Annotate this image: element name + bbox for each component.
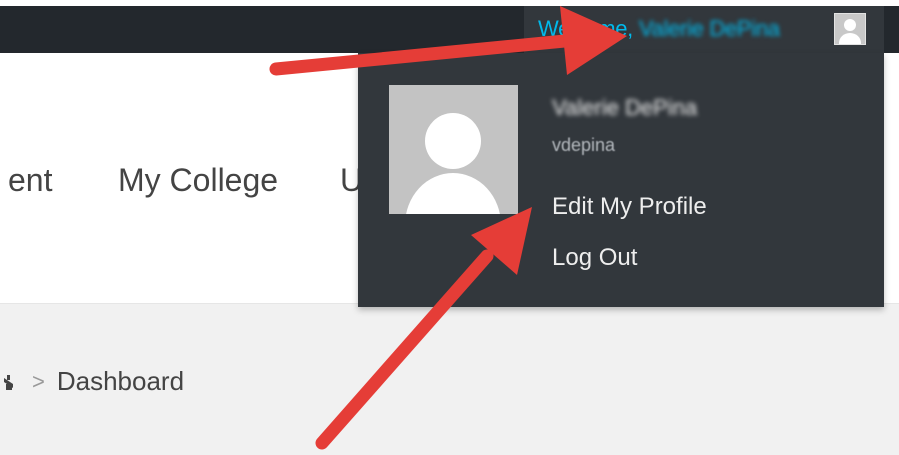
breadcrumb: > Dashboard [4, 366, 184, 397]
nav-item-my-college[interactable]: My College [118, 162, 278, 199]
breadcrumb-separator: > [32, 368, 45, 394]
home-icon[interactable] [4, 370, 16, 394]
welcome-prefix: Welcome, [538, 16, 633, 41]
breadcrumb-current: Dashboard [56, 366, 185, 396]
edit-profile-link[interactable]: Edit My Profile [552, 193, 707, 221]
profile-display-name[interactable]: Valerie DePina [552, 95, 697, 121]
account-dropdown-menu: Valerie DePina vdepina Edit My Profile L… [358, 53, 884, 307]
welcome-user-name: Valerie DePina [638, 16, 780, 41]
admin-bar: Welcome, Valerie DePina [0, 6, 899, 53]
my-account-menu-trigger[interactable]: Welcome, Valerie DePina [524, 6, 884, 53]
nav-item-partial-left[interactable]: ent [8, 162, 52, 199]
user-avatar-icon[interactable] [834, 13, 866, 45]
welcome-text[interactable]: Welcome, Valerie DePina [538, 16, 780, 42]
logout-link[interactable]: Log Out [552, 244, 637, 272]
profile-username[interactable]: vdepina [552, 135, 615, 156]
user-avatar-icon[interactable] [389, 85, 518, 214]
page: Welcome, Valerie DePina ent My College U [0, 0, 899, 455]
